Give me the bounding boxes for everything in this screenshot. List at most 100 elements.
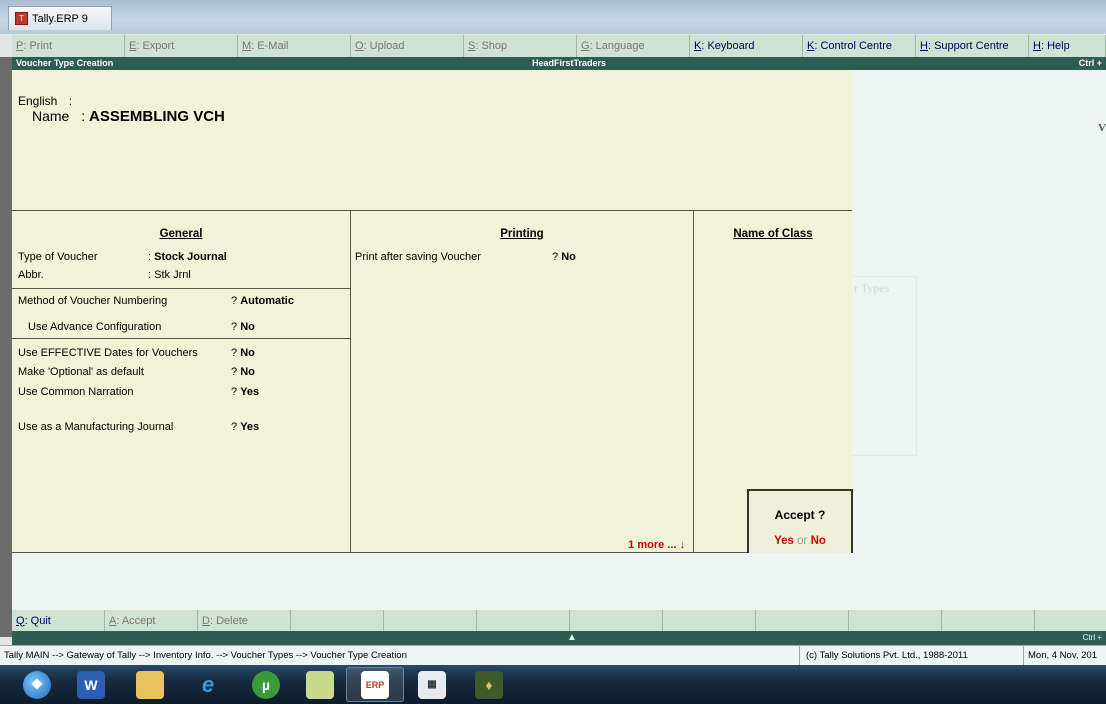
tally-erp-icon[interactable]: ERP bbox=[346, 667, 404, 702]
effective-dates-row: Use EFFECTIVE Dates for Vouchers ? No bbox=[18, 347, 255, 359]
empty-button-slot bbox=[477, 610, 570, 631]
start-orb-icon[interactable]: ❖ bbox=[8, 667, 66, 702]
window-title: Tally.ERP 9 bbox=[32, 12, 88, 25]
internet-explorer-icon[interactable]: e bbox=[179, 667, 237, 702]
screen-header-bar: Voucher Type Creation HeadFirstTraders C… bbox=[12, 57, 1106, 70]
empty-info-area bbox=[12, 553, 1106, 610]
colon-separator: : bbox=[81, 108, 86, 124]
numbering-method-row: Method of Voucher Numbering ? Automatic bbox=[18, 295, 294, 307]
email-button[interactable]: M: E-Mail bbox=[238, 35, 351, 57]
advance-config-label: Use Advance Configuration bbox=[28, 321, 162, 333]
navigation-path: Tally MAIN --> Gateway of Tally --> Inve… bbox=[0, 645, 800, 666]
print-after-saving-value[interactable]: No bbox=[561, 251, 576, 263]
empty-button-slot bbox=[942, 610, 1035, 631]
app-icon[interactable]: ♦ bbox=[460, 667, 518, 702]
manufacturing-journal-value[interactable]: Yes bbox=[240, 421, 259, 433]
utorrent-icon[interactable]: µ bbox=[237, 667, 295, 702]
type-of-voucher-label: Type of Voucher bbox=[18, 251, 98, 263]
empty-button-slot bbox=[756, 610, 849, 631]
accept-or-text: or bbox=[797, 535, 808, 547]
word-icon[interactable]: W bbox=[62, 667, 120, 702]
general-heading: General bbox=[159, 228, 203, 240]
numbering-method-label: Method of Voucher Numbering bbox=[18, 295, 168, 307]
effective-dates-value[interactable]: No bbox=[240, 347, 255, 359]
notepad-icon[interactable] bbox=[291, 667, 349, 702]
general-column: General Type of Voucher : Stock Journal … bbox=[12, 211, 351, 553]
print-after-saving-label: Print after saving Voucher bbox=[355, 251, 481, 263]
common-narration-label: Use Common Narration bbox=[18, 386, 134, 398]
support-centre-button[interactable]: H: Support Centre bbox=[916, 35, 1029, 57]
file-explorer-icon[interactable] bbox=[121, 667, 179, 702]
name-of-class-heading: Name of Class bbox=[733, 228, 813, 240]
colon-separator: : bbox=[68, 94, 73, 108]
optional-default-row: Make 'Optional' as default ? No bbox=[18, 366, 255, 378]
optional-default-label: Make 'Optional' as default bbox=[18, 366, 144, 378]
printing-column: Printing Print after saving Voucher ? No… bbox=[351, 211, 694, 553]
accept-button[interactable]: A: Accept bbox=[105, 610, 198, 631]
status-bar: Tally MAIN --> Gateway of Tally --> Inve… bbox=[0, 645, 1106, 666]
current-date: Mon, 4 Nov, 201 bbox=[1028, 650, 1098, 661]
help-button[interactable]: H: Help bbox=[1029, 35, 1106, 57]
ctrl-shortcut-bottom: Ctrl + bbox=[1082, 633, 1102, 642]
ghost-types-text: r Types bbox=[854, 281, 890, 295]
background-ghost-panel: r Types bbox=[845, 276, 917, 456]
empty-button-slot bbox=[849, 610, 942, 631]
bottom-dark-bar: ▲ Ctrl + bbox=[12, 631, 1106, 645]
effective-dates-label: Use EFFECTIVE Dates for Vouchers bbox=[18, 347, 198, 359]
background-ghost-letter: V bbox=[1098, 122, 1106, 134]
accept-no-option[interactable]: No bbox=[811, 535, 826, 547]
accept-question: Accept ? bbox=[774, 508, 826, 522]
window-tab[interactable]: T Tally.ERP 9 bbox=[8, 6, 112, 30]
name-field[interactable]: ASSEMBLING VCH bbox=[89, 108, 225, 125]
optional-default-value[interactable]: No bbox=[240, 366, 255, 378]
manufacturing-journal-row: Use as a Manufacturing Journal ? Yes bbox=[18, 421, 260, 433]
section-divider bbox=[12, 288, 351, 289]
printing-heading: Printing bbox=[500, 228, 544, 240]
left-edge bbox=[0, 57, 12, 637]
common-narration-row: Use Common Narration ? Yes bbox=[18, 386, 260, 398]
control-centre-button[interactable]: K: Control Centre bbox=[803, 35, 916, 57]
accept-dialog: Accept ? Yes or No bbox=[747, 489, 853, 556]
window-title-bar: T Tally.ERP 9 bbox=[0, 0, 1106, 34]
voucher-details-section: General Type of Voucher : Stock Journal … bbox=[12, 210, 852, 553]
export-button[interactable]: E: Export bbox=[125, 35, 238, 57]
company-name: HeadFirstTraders bbox=[532, 58, 607, 68]
advance-config-row: Use Advance Configuration ? No bbox=[28, 321, 255, 333]
english-label: English bbox=[18, 94, 58, 108]
abbr-label: Abbr. bbox=[18, 269, 44, 281]
type-of-voucher-value[interactable]: Stock Journal bbox=[154, 251, 227, 263]
print-after-saving-row: Print after saving Voucher ? No bbox=[355, 251, 576, 263]
common-narration-value[interactable]: Yes bbox=[240, 386, 259, 398]
advance-config-value[interactable]: No bbox=[240, 321, 255, 333]
bottom-button-bar: Q: Quit A: Accept D: Delete bbox=[12, 610, 1106, 631]
section-divider bbox=[12, 338, 351, 339]
language-button[interactable]: G: Language bbox=[577, 35, 690, 57]
accept-yes-option[interactable]: Yes bbox=[774, 535, 794, 547]
delete-button[interactable]: D: Delete bbox=[198, 610, 291, 631]
tally-app-icon: T bbox=[15, 12, 28, 25]
name-label: Name bbox=[32, 108, 70, 124]
screen-title: Voucher Type Creation bbox=[16, 58, 114, 68]
empty-button-slot bbox=[570, 610, 663, 631]
numbering-method-value[interactable]: Automatic bbox=[240, 295, 294, 307]
empty-button-slot bbox=[663, 610, 756, 631]
shop-button[interactable]: S: Shop bbox=[464, 35, 577, 57]
more-items-indicator[interactable]: 1 more ... ↓ bbox=[628, 539, 685, 551]
top-button-bar: P: Print E: Export M: E-Mail O: Upload S… bbox=[12, 35, 1106, 57]
ctrl-shortcut: Ctrl + bbox=[1078, 58, 1102, 68]
scroll-up-icon[interactable]: ▲ bbox=[567, 632, 577, 643]
empty-button-slot bbox=[291, 610, 384, 631]
keyboard-button[interactable]: K: Keyboard bbox=[690, 35, 803, 57]
abbr-value[interactable]: Stk Jrnl bbox=[154, 269, 191, 281]
copyright-text: (c) Tally Solutions Pvt. Ltd., 1988-2011 bbox=[800, 645, 1024, 666]
abbr-row: Abbr. : Stk Jrnl bbox=[18, 269, 191, 281]
print-button[interactable]: P: Print bbox=[12, 35, 125, 57]
quit-button[interactable]: Q: Quit bbox=[12, 610, 105, 631]
calculator-icon[interactable]: ▦ bbox=[403, 667, 461, 702]
upload-button[interactable]: O: Upload bbox=[351, 35, 464, 57]
windows-taskbar: ❖ W e µ ERP ▦ ♦ bbox=[0, 665, 1106, 704]
type-of-voucher-row: Type of Voucher : Stock Journal bbox=[18, 251, 227, 263]
manufacturing-journal-label: Use as a Manufacturing Journal bbox=[18, 421, 174, 433]
voucher-name-section: English : Name : ASSEMBLING VCH bbox=[12, 70, 852, 210]
empty-button-slot bbox=[384, 610, 477, 631]
